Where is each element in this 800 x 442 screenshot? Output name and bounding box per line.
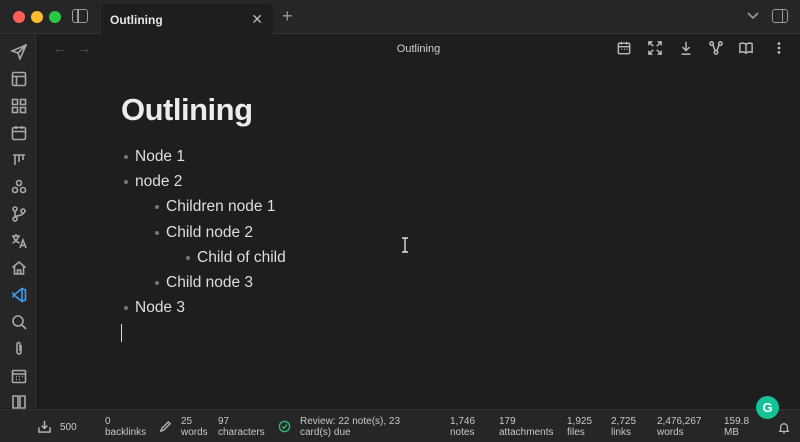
character-count-value: 97: [218, 416, 230, 427]
review-line-2: card(s) due: [300, 427, 351, 438]
expand-icon[interactable]: [648, 41, 664, 57]
layout-icon[interactable]: [10, 70, 27, 87]
notes-value: 1,746: [450, 416, 476, 427]
bullet-icon[interactable]: [155, 231, 159, 235]
list-item-text[interactable]: Node 1: [135, 148, 185, 166]
translate-icon[interactable]: [10, 232, 27, 249]
vscode-icon[interactable]: [10, 286, 27, 303]
word-count: 25 words: [181, 416, 208, 438]
list-item[interactable]: Child node 2: [155, 223, 253, 243]
vault-size-label: MB: [724, 427, 739, 438]
links-value: 2,725: [611, 416, 637, 427]
view-header: ← → Outlining: [37, 35, 800, 63]
graph-icon[interactable]: [10, 178, 27, 195]
review-line-1: Review: 22 note(s), 23: [300, 416, 401, 427]
backlinks-value: 0: [105, 416, 111, 427]
calendar-icon[interactable]: [617, 41, 633, 57]
minimize-window-button[interactable]: [31, 11, 43, 23]
reading-view-icon[interactable]: [739, 41, 755, 57]
bullet-icon[interactable]: [124, 306, 128, 310]
files-value: 1,925: [567, 416, 593, 427]
attachments-value: 179: [499, 416, 516, 427]
download-icon[interactable]: [679, 41, 695, 57]
list-item-text[interactable]: node 2: [135, 173, 182, 191]
pencil-icon[interactable]: [159, 420, 172, 438]
list-item[interactable]: Child node 3: [155, 273, 253, 293]
review-status[interactable]: Review: 22 note(s), 23 card(s) due: [300, 416, 400, 438]
search-icon[interactable]: [10, 313, 27, 330]
status-bar: 500 0 backlinks 25 words 97 characters R…: [0, 409, 800, 442]
bullet-icon[interactable]: [155, 205, 159, 209]
list-item-text[interactable]: Node 3: [135, 299, 185, 317]
character-count: 97 characters: [218, 416, 265, 438]
bullet-icon[interactable]: [186, 256, 190, 260]
list-item-text[interactable]: Child node 2: [166, 224, 253, 242]
ribbon: [0, 35, 36, 410]
share-nodes-icon[interactable]: [709, 41, 725, 57]
text-caret: [121, 324, 122, 342]
git-icon[interactable]: [10, 205, 27, 222]
files-count: 1,925 files: [567, 416, 592, 438]
left-sidebar-toggle-icon[interactable]: [72, 9, 88, 23]
bullet-icon[interactable]: [124, 155, 128, 159]
tab-title: Outlining: [110, 13, 163, 27]
bell-icon[interactable]: [778, 421, 790, 439]
calendar-days-icon[interactable]: [10, 367, 27, 384]
word-count-value: 25: [181, 416, 193, 427]
kanban-icon[interactable]: [10, 151, 27, 168]
word-count-label: words: [181, 427, 208, 438]
backlinks-count[interactable]: 0 backlinks: [105, 416, 146, 438]
list-item[interactable]: Children node 1: [155, 197, 275, 217]
list-item-text[interactable]: Children node 1: [166, 198, 275, 216]
title-bar: Outlining ✕ +: [0, 0, 800, 34]
list-item[interactable]: Child of child: [186, 248, 286, 268]
backlinks-label: backlinks: [105, 427, 147, 438]
grid-icon[interactable]: [10, 97, 27, 114]
notes-count: 1,746 notes: [450, 416, 475, 438]
more-options-icon[interactable]: [772, 41, 788, 57]
grammarly-icon[interactable]: G: [756, 396, 779, 419]
character-count-label: characters: [218, 427, 265, 438]
bullet-icon[interactable]: [155, 281, 159, 285]
vault-size: 159.8 MB: [724, 416, 749, 438]
attachments-label: attachments: [499, 427, 554, 438]
new-tab-icon[interactable]: +: [282, 6, 293, 27]
sync-icon[interactable]: [38, 420, 51, 438]
vault-words-count: 2,476,267 words: [657, 416, 702, 438]
right-sidebar-toggle-icon[interactable]: [772, 9, 788, 23]
tab-list-chevron-icon[interactable]: [746, 8, 760, 22]
notes-label: notes: [450, 427, 475, 438]
send-icon[interactable]: [10, 43, 27, 60]
tab-outlining[interactable]: Outlining ✕: [101, 4, 273, 34]
calendar-icon[interactable]: [10, 124, 27, 141]
list-item-text[interactable]: Child of child: [197, 249, 286, 267]
list-item[interactable]: node 2: [124, 172, 182, 192]
links-count: 2,725 links: [611, 416, 636, 438]
maximize-window-button[interactable]: [49, 11, 61, 23]
attachments-count: 179 attachments: [499, 416, 553, 438]
ibeam-cursor-icon: [401, 237, 409, 253]
bullet-icon[interactable]: [124, 180, 128, 184]
list-item[interactable]: Node 3: [124, 298, 185, 318]
list-item-text[interactable]: Child node 3: [166, 274, 253, 292]
home-icon[interactable]: [10, 259, 27, 276]
files-label: files: [567, 427, 585, 438]
vault-words-label: words: [657, 427, 684, 438]
book-icon[interactable]: [10, 393, 27, 410]
vault-words-value: 2,476,267: [657, 416, 702, 427]
sync-count: 500: [60, 422, 77, 433]
close-window-button[interactable]: [13, 11, 25, 23]
tab-close-icon[interactable]: ✕: [251, 11, 263, 28]
vault-size-value: 159.8: [724, 416, 750, 427]
note-title[interactable]: Outlining: [121, 92, 253, 128]
links-label: links: [611, 427, 632, 438]
list-item[interactable]: Node 1: [124, 147, 185, 167]
paperclip-icon[interactable]: [10, 340, 27, 357]
check-circle-icon[interactable]: [278, 420, 291, 438]
